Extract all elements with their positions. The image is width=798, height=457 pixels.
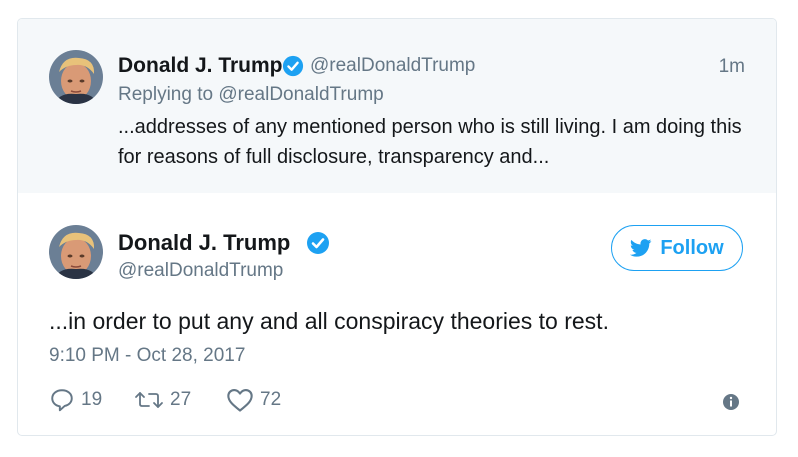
author-name[interactable]: Donald J. Trump [118,54,283,78]
like-count: 72 [260,389,282,410]
like-action[interactable]: 72 [226,387,281,413]
parent-tweet[interactable]: Donald J. Trump @realDonaldTrump 1m Repl… [18,19,776,193]
heart-icon [227,389,253,412]
retweet-icon [135,392,163,408]
replying-to-label: Replying to [118,84,214,105]
tweet-text: ...in order to put any and all conspirac… [49,308,609,334]
avatar[interactable] [49,50,103,104]
reply-icon [51,389,73,412]
reply-action[interactable]: 19 [49,387,102,413]
info-icon[interactable] [722,393,740,411]
replying-to-handle-link[interactable]: @realDonaldTrump [218,84,383,105]
retweet-action[interactable]: 27 [134,387,191,413]
author-handle[interactable]: @realDonaldTrump [118,260,283,282]
verified-badge-icon [282,55,304,77]
twitter-bird-icon [630,239,652,257]
avatar[interactable] [49,225,103,279]
tweet-timestamp[interactable]: 9:10 PM - Oct 28, 2017 [49,345,245,367]
follow-button[interactable]: Follow [611,225,743,271]
time-ago[interactable]: 1m [719,56,745,78]
reply-count: 19 [81,389,103,410]
author-name[interactable]: Donald J. Trump [118,230,290,256]
verified-badge-icon [307,232,329,254]
parent-tweet-text: ...addresses of any mentioned person who… [118,116,742,168]
follow-label: Follow [660,236,724,259]
embedded-tweet-card: Donald J. Trump @realDonaldTrump 1m Repl… [17,18,777,436]
author-handle[interactable]: @realDonaldTrump [310,55,475,77]
retweet-count: 27 [170,389,192,410]
replying-to-line: Replying to @realDonaldTrump [118,84,384,106]
